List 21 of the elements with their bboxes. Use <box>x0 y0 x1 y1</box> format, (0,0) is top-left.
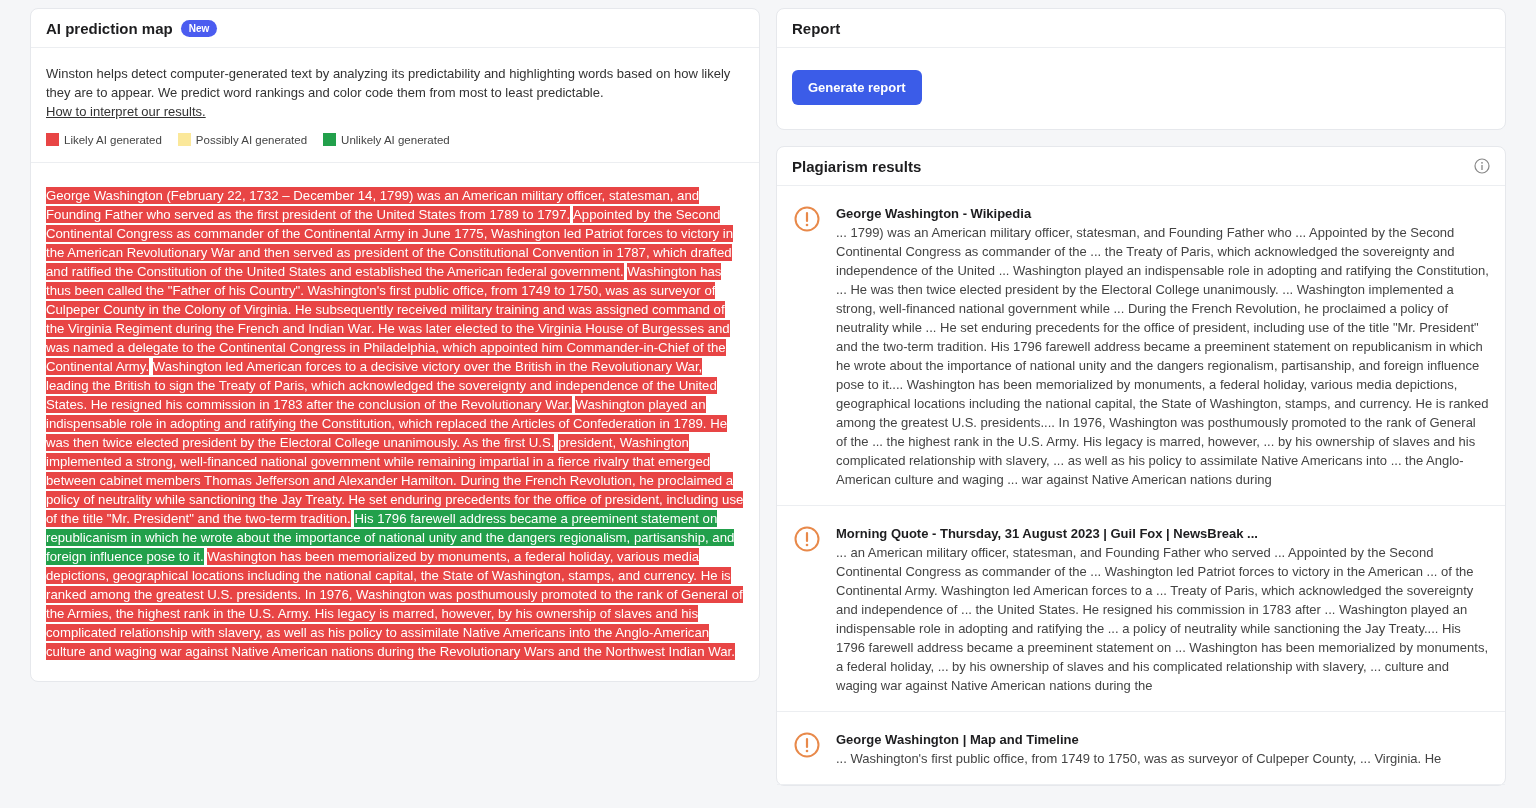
warning-icon <box>794 732 820 758</box>
result-title[interactable]: George Washington | Map and Timeline <box>836 732 1442 747</box>
legend-label: Unlikely AI generated <box>341 133 450 146</box>
panel-title: AI prediction map <box>46 19 173 37</box>
warning-icon <box>794 526 820 552</box>
generate-report-button[interactable]: Generate report <box>792 70 922 105</box>
panel-title: Plagiarism results <box>792 157 922 175</box>
legend-label: Possibly AI generated <box>195 133 308 146</box>
panel-title: Report <box>792 19 841 37</box>
new-badge: New <box>180 19 218 37</box>
legend-label: Likely AI generated <box>64 133 162 146</box>
result-title[interactable]: George Washington - Wikipedia <box>836 206 1490 221</box>
highlighted-text: George Washington (February 22, 1732 – December 14, 1799) was an American military officer, statesman, and Founding Father who served as the first president of the United States from 1789 to 1797. Appointed by the Second Continental Congress as commander of the Continental Army in June 1775, Washington led Patriot forces to victory in the American Revolutionary War and then served as president of the Constitutional Convention in 1787, which drafted and ratified the Constitution of the United States and established the American federal government. Washington has thus been called the "Father of his Country". Washington's first public office, from 1749 to 1750, was as surveyor of Culpeper County in the Colony of Virginia. He subsequently received military training and was assigned command of the Virginia Regiment during the French and Indian War. He was later elected to the Virginia House of Burgesses and was named a delegate to the Continental Congress in Philadelphia, which appointed him Commander-in-Chief of the Continental Army. Washington led American forces to a decisive victory over the British in the Revolutionary War, leading the British to sign the Treaty of Paris, which acknowledged the sovereignty and independence of the United States. He resigned his commission in 1783 after the conclusion of the Revolutionary War. Washington played an indispensable role in adopting and ratifying the Constitution, which replaced the Articles of Confederation in 1789. He was then twice elected president by the Electoral College unanimously. As the first U.S. president, Washington implemented a strong, well-financed national government while remaining impartial in a fierce rivalry that emerged between cabinet members Thomas Jefferson and Alexander Hamilton. During the French Revolution, he proclaimed a policy of neutrality while sanctioning the Jay Treaty. He set enduring precedents for the office of president, including use of the title "Mr. President" and the two-term tradition. His 1796 farewell address became a preeminent statement on republicanism in which he wrote about the importance of national unity and the dangers regionalism, partisanship, and foreign influence pose to it. Washington has been memorialized by monuments, a federal holiday, various media depictions, geographical locations including the national capital, the State of Washington, stamps, and currency. He is ranked among the greatest U.S. presidents. In 1976, Washington was posthumously promoted to the rank of General of the Armies, the highest rank in the U.S. Army. His legacy is marred, however, by his ownership of slaves and his complicated relationship with slavery, as well as his policy to assimilate Native Americans into the Anglo-American culture and waging war against Native American nations during the Revolutionary Wars and the Northwest Indian War. <box>45 186 745 662</box>
result-snippet: ... Washington's first public office, from 1749 to 1750, was as surveyor of Culpeper County, ... Virginia. He <box>836 750 1442 768</box>
result-snippet: ... 1799) was an American military officer, statesman, and Founding Father who ... Appointed by the Second Continental Congress as commander of the ... the Treaty of Paris, which acknowledged the sovereignty and independence of the United ... Washington played an indispensable role in adopting and ratifying the Constitution, ... He was then twice elected president by the Electoral College unanimously. ... Washington implemented a strong, well-financed national government while ... During the French Revolution, he proclaimed a policy of neutrality while ... He set enduring precedents for the office of president, including use of the title "Mr. President" and the two-term tradition. His 1796 farewell address became a preeminent statement on republicanism in which he wrote about the importance of national unity and the dangers regionalism, partisanship, and foreign influence pose to it.... Washington has been memorialized by monuments, a federal holiday, various media depictions, geographical locations including the national capital, the State of Washington, stamps, and currency. He is ranked among the greatest U.S. presidents.... In 1976, Washington was posthumously promoted to the rank of General of the ... the highest rank in the U.S. Army. His legacy is marred, however, ... by his ownership of slaves and his complicated relationship with slavery, ... as well as his policy to assimilate Native Americans into ... the Anglo-American culture and waging ... war against Native American nations during <box>836 224 1490 489</box>
result-title[interactable]: Morning Quote - Thursday, 31 August 2023 | Guil Fox | NewsBreak ... <box>836 526 1490 541</box>
interpret-link[interactable]: How to interpret our results. <box>46 104 206 119</box>
result-snippet: ... an American military officer, statesman, and Founding Father who served ... Appointed by the Second Continental Congress as commander of the ... Washington led Patriot forces to victory in the American ... of the Continental Army. Washington led American forces to a ... Treaty of Paris, which acknowledged the sovereignty and independence of ... the United States. He resigned his commission in 1783 after ... Washington played an indispensable role in adopting and ratifying the ... a policy of neutrality while sanctioning the Jay Treaty.... His 1796 farewell address became a preeminent statement on ... Washington has been memorialized by monuments, a federal holiday, ... by his ownership of slaves and his complicated relationship with slavery, ... culture and waging war against Native American nations during the <box>836 544 1490 695</box>
warning-icon <box>794 206 820 232</box>
description-text: Winston helps detect computer-generated text by analyzing its predictability and highlighting words based on how likely they are to appear. We predict word rankings and color code them from most to least predictable. How to interpret our results. <box>45 65 732 121</box>
info-icon[interactable] <box>1474 158 1490 174</box>
